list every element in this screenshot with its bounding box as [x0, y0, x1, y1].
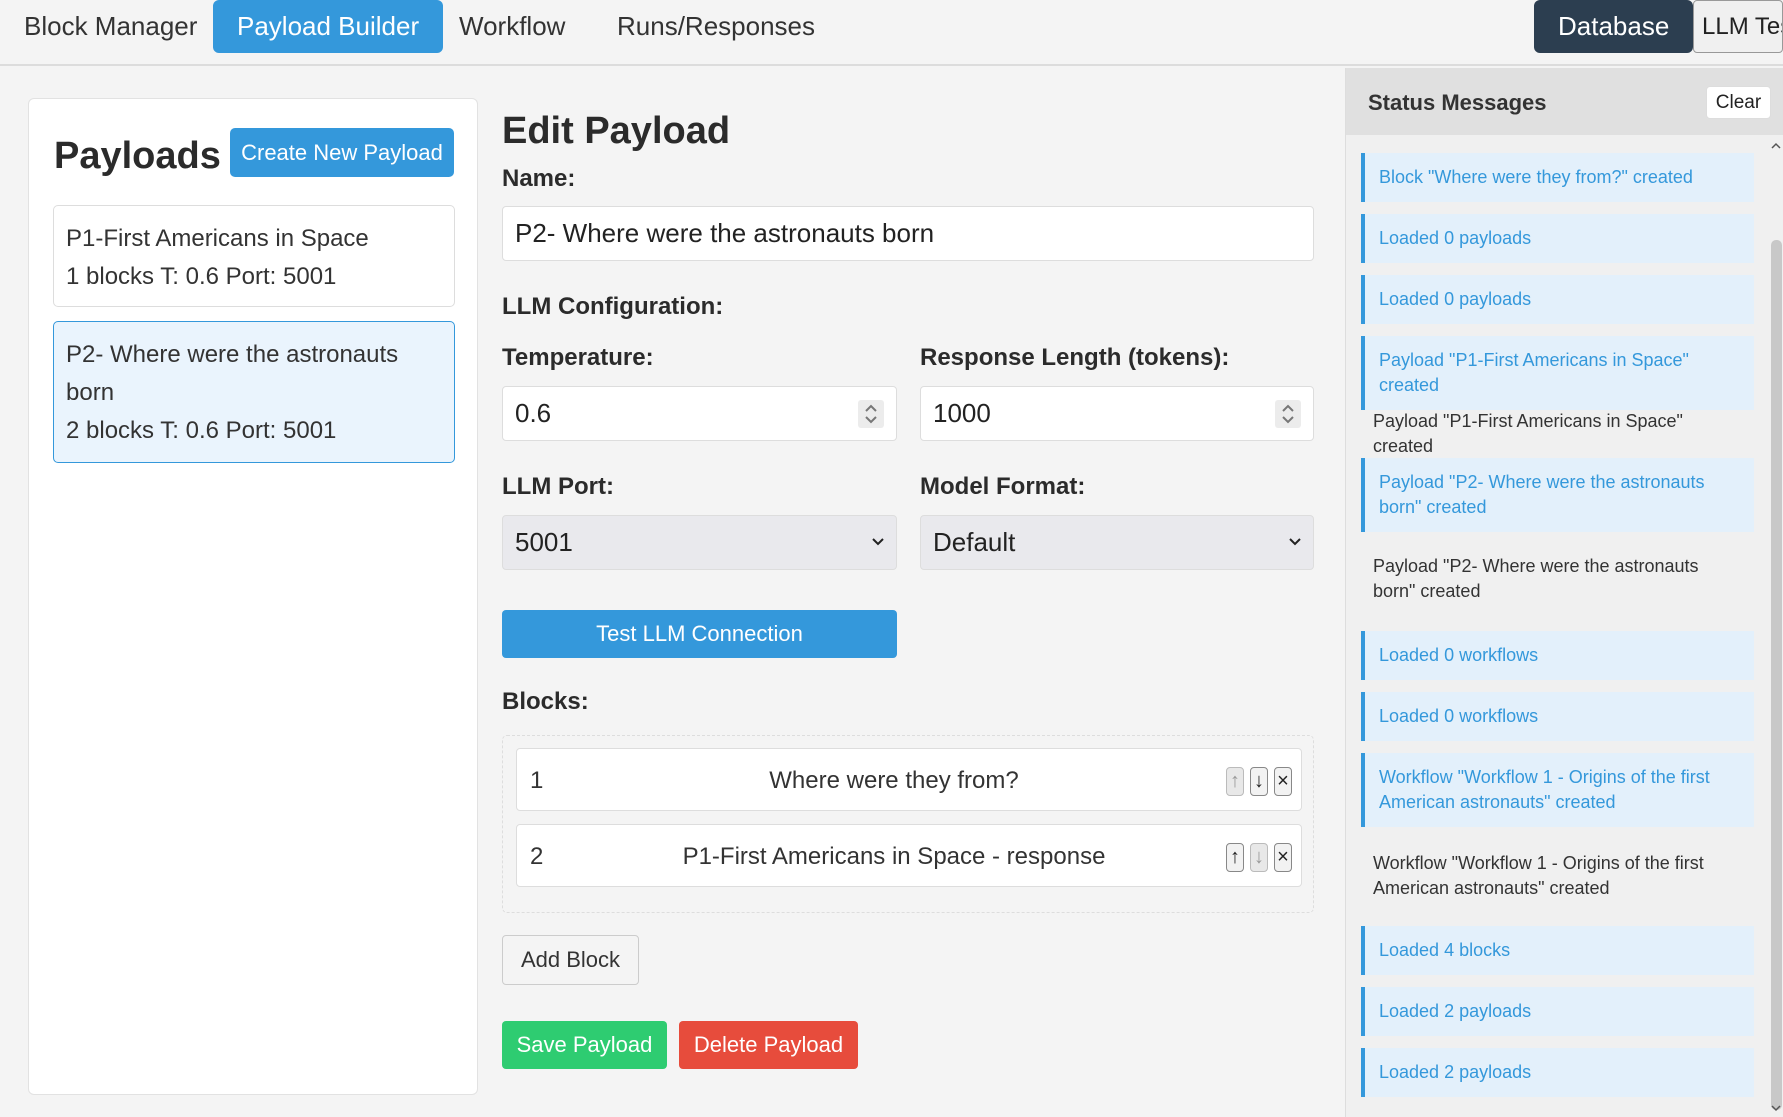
clear-button[interactable]: Clear: [1706, 86, 1771, 119]
model-format-value: Default: [933, 527, 1016, 557]
payload-item-meta: 2 blocks T: 0.6 Port: 5001: [66, 417, 337, 444]
blocks-label: Blocks:: [502, 688, 589, 715]
response-length-label: Response Length (tokens):: [920, 344, 1230, 371]
tab-block-manager[interactable]: Block Manager: [0, 0, 221, 53]
blocks-container: 1 Where were they from? ↑ ↓ × 2 P1-First…: [502, 735, 1314, 913]
tab-runs-responses[interactable]: Runs/Responses: [593, 0, 839, 53]
block-row[interactable]: 2 P1-First Americans in Space - response…: [516, 824, 1302, 887]
status-message: Loaded 0 payloads: [1361, 275, 1754, 324]
temperature-input[interactable]: 0.6: [502, 386, 897, 441]
delete-payload-button[interactable]: Delete Payload: [679, 1021, 858, 1069]
block-text: Where were they from?: [769, 767, 1019, 794]
payloads-title: Payloads: [54, 135, 221, 177]
scroll-up-icon[interactable]: [1770, 140, 1782, 152]
llm-port-value: 5001: [515, 527, 573, 557]
status-message: Loaded 2 payloads: [1361, 1048, 1754, 1097]
test-llm-connection-button[interactable]: Test LLM Connection: [502, 610, 897, 658]
save-payload-button[interactable]: Save Payload: [502, 1021, 667, 1069]
remove-block-button[interactable]: ×: [1274, 843, 1292, 872]
payload-list-panel: Payloads Create New Payload P1-First Ame…: [28, 98, 478, 1095]
edit-payload-panel: Edit Payload Name: P2- Where were the as…: [502, 66, 1314, 1117]
payload-name-input[interactable]: P2- Where were the astronauts born: [502, 206, 1314, 261]
payload-item-meta: 1 blocks T: 0.6 Port: 5001: [66, 263, 337, 290]
spinner-icon[interactable]: [858, 400, 884, 428]
status-message: Workflow "Workflow 1 - Origins of the fi…: [1361, 753, 1754, 827]
llm-port-select[interactable]: 5001: [502, 515, 897, 570]
status-scrollbar-thumb[interactable]: [1771, 240, 1782, 1110]
chevron-down-icon: [872, 538, 884, 546]
llm-port-label: LLM Port:: [502, 473, 614, 500]
move-down-button[interactable]: ↓: [1250, 843, 1268, 872]
payload-item-name: P2- Where were the astronauts born: [66, 341, 399, 406]
status-message: Block "Where were they from?" created: [1361, 153, 1754, 202]
temperature-value: 0.6: [515, 398, 552, 428]
status-message: Payload "P2- Where were the astronauts b…: [1373, 556, 1699, 601]
top-nav: Block Manager Payload Builder Workflow R…: [0, 0, 1783, 66]
status-message: Loaded 2 payloads: [1361, 987, 1754, 1036]
tab-workflow[interactable]: Workflow: [435, 0, 589, 53]
move-up-button[interactable]: ↑: [1226, 767, 1244, 796]
spinner-icon[interactable]: [1275, 400, 1301, 428]
move-down-button[interactable]: ↓: [1250, 767, 1268, 796]
chevron-down-icon: [1289, 538, 1301, 546]
status-message: Loaded 0 workflows: [1361, 631, 1754, 680]
scroll-down-icon[interactable]: [1770, 1102, 1782, 1114]
move-up-button[interactable]: ↑: [1226, 843, 1244, 872]
payload-item-name: P1-First Americans in Space: [66, 225, 369, 252]
tab-payload-builder[interactable]: Payload Builder: [213, 0, 444, 53]
remove-block-button[interactable]: ×: [1274, 767, 1292, 796]
name-label: Name:: [502, 165, 576, 192]
block-number: 2: [530, 843, 544, 870]
status-messages-panel: Status Messages Clear Block "Where were …: [1345, 68, 1783, 1117]
add-block-button[interactable]: Add Block: [502, 935, 639, 985]
block-number: 1: [530, 767, 544, 794]
model-format-label: Model Format:: [920, 473, 1086, 500]
edit-payload-title: Edit Payload: [502, 110, 731, 152]
llm-tester-button[interactable]: LLM Teste: [1693, 0, 1783, 53]
status-message: Loaded 4 blocks: [1361, 926, 1754, 975]
status-title: Status Messages: [1368, 90, 1547, 115]
create-new-payload-button[interactable]: Create New Payload: [230, 128, 454, 177]
database-button[interactable]: Database: [1534, 0, 1694, 53]
block-text: P1-First Americans in Space - response: [682, 843, 1106, 870]
status-message: Loaded 0 workflows: [1361, 692, 1754, 741]
llm-config-label: LLM Configuration:: [502, 293, 724, 320]
status-header: Status Messages Clear: [1346, 68, 1783, 135]
payload-list-item[interactable]: P1-First Americans in Space 1 blocks T: …: [53, 205, 455, 307]
response-length-input[interactable]: 1000: [920, 386, 1314, 441]
status-message: Payload "P2- Where were the astronauts b…: [1361, 458, 1754, 532]
response-length-value: 1000: [933, 398, 991, 428]
payload-list-item-selected[interactable]: P2- Where were the astronauts born 2 blo…: [53, 321, 455, 463]
block-row[interactable]: 1 Where were they from? ↑ ↓ ×: [516, 748, 1302, 811]
model-format-select[interactable]: Default: [920, 515, 1314, 570]
status-message: Workflow "Workflow 1 - Origins of the fi…: [1373, 853, 1704, 898]
temperature-label: Temperature:: [502, 344, 654, 371]
status-message: Loaded 0 payloads: [1361, 214, 1754, 263]
